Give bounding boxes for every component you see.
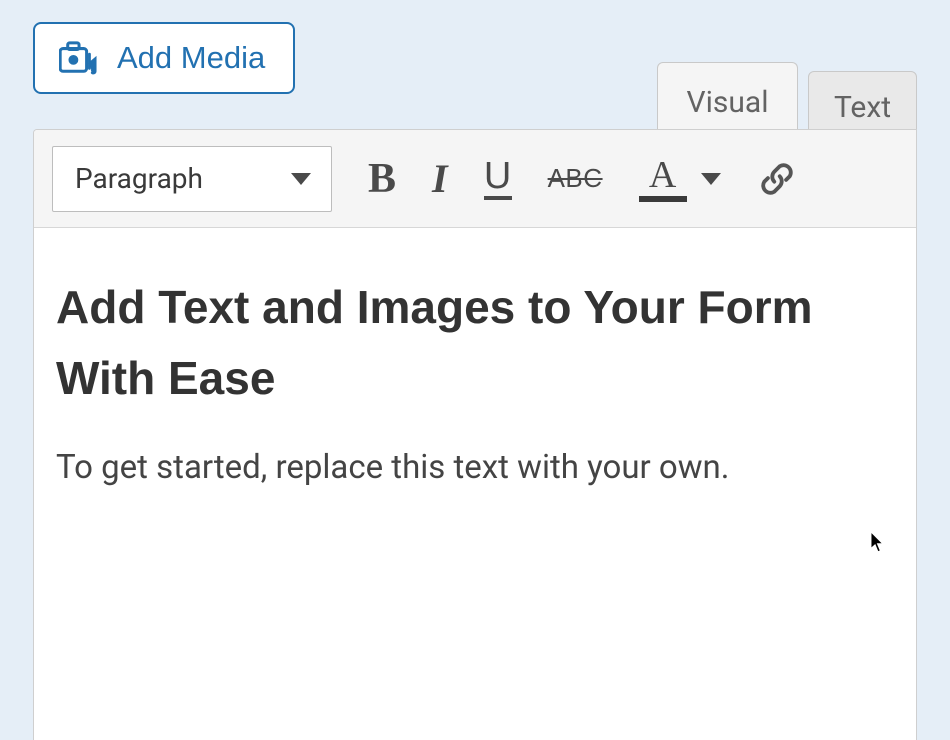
add-media-button[interactable]: Add Media	[33, 22, 295, 94]
chevron-down-icon	[291, 173, 311, 185]
add-media-label: Add Media	[117, 40, 265, 76]
italic-button[interactable]: I	[432, 149, 448, 209]
tab-visual-label: Visual	[686, 85, 768, 120]
strikethrough-icon: ABC	[548, 163, 603, 194]
format-select-label: Paragraph	[75, 162, 203, 195]
italic-icon: I	[432, 155, 448, 202]
underline-icon: U	[484, 157, 511, 195]
underline-bar-icon	[484, 196, 512, 200]
strikethrough-button[interactable]: ABC	[548, 149, 603, 209]
bold-button[interactable]: B	[368, 149, 396, 209]
link-icon	[757, 159, 797, 199]
tab-text-label: Text	[834, 90, 891, 125]
text-color-icon: A	[639, 156, 687, 202]
insert-link-button[interactable]	[757, 149, 797, 209]
editor-toolbar: Paragraph B I U ABC A	[34, 130, 916, 228]
bold-icon: B	[368, 155, 396, 203]
editor: Paragraph B I U ABC A	[33, 129, 917, 740]
format-select[interactable]: Paragraph	[52, 146, 332, 212]
underline-button[interactable]: U	[484, 149, 512, 209]
editor-content[interactable]: Add Text and Images to Your Form With Ea…	[34, 228, 916, 511]
content-heading: Add Text and Images to Your Form With Ea…	[56, 272, 894, 415]
text-color-button[interactable]: A	[639, 149, 721, 209]
chevron-down-icon	[701, 173, 721, 185]
media-icon	[59, 41, 101, 75]
content-body: To get started, replace this text with y…	[56, 445, 894, 491]
